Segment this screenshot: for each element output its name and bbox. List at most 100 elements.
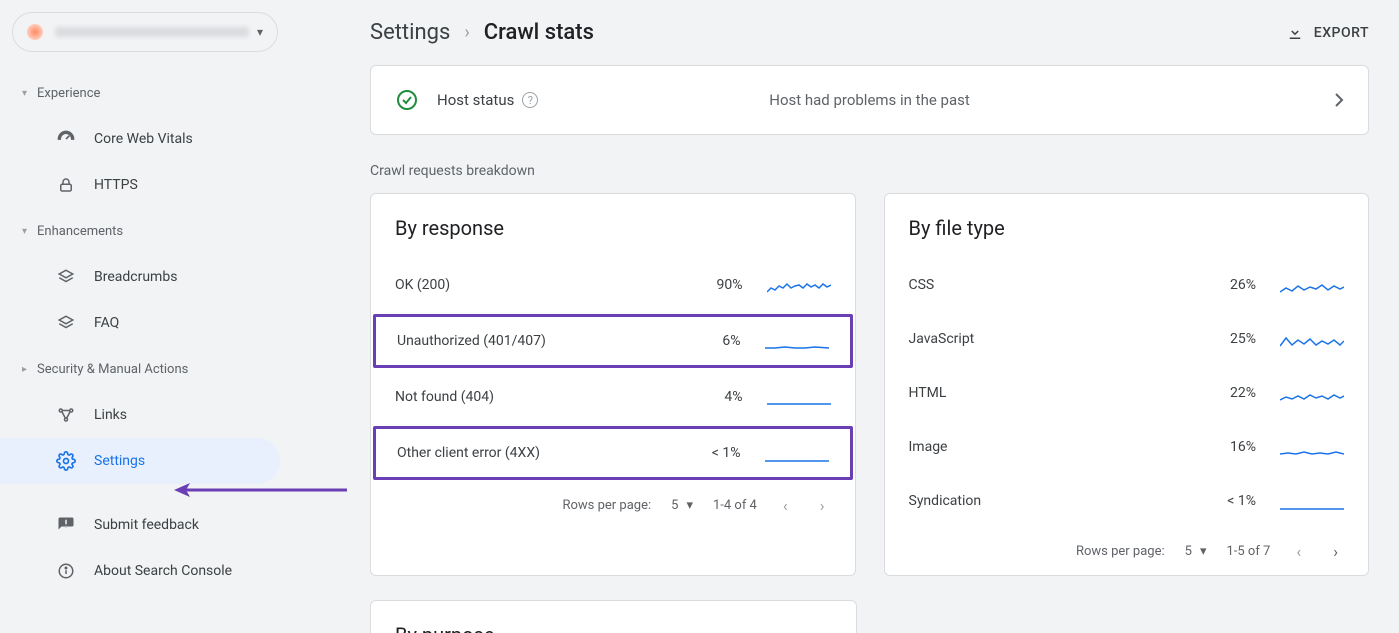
sidebar-item-label: Core Web Vitals [94,131,193,147]
sidebar-item-core-web-vitals[interactable]: Core Web Vitals [0,116,290,162]
rows-per-page-select[interactable]: 5 ▾ [1185,544,1207,559]
rows-per-page-select[interactable]: 5 ▾ [671,498,693,513]
sidebar-item-https[interactable]: HTTPS [0,162,290,208]
page-range: 1-4 of 4 [713,498,757,513]
row-pct: 22% [1196,385,1256,401]
layers-icon [56,267,76,287]
chevron-right-icon [1334,92,1344,108]
rows-per-page-label: Rows per page: [562,498,651,513]
card-by-purpose: By purpose [370,600,857,633]
row-label: HTML [909,385,1197,401]
sparkline-icon [767,274,831,296]
sparkline-icon [1280,490,1344,512]
card-by-response: By response OK (200) 90% Unauthorized (4… [370,193,856,576]
breadcrumb-root[interactable]: Settings [370,20,450,45]
sidebar-item-about[interactable]: About Search Console [0,548,290,594]
property-name-blurred [55,27,249,37]
info-icon [56,561,76,581]
card-title: By response [371,216,855,258]
gear-icon [56,451,76,471]
host-status-title: Host status [437,91,514,109]
response-row-notfound[interactable]: Not found (404) 4% [371,370,855,424]
row-label: Unauthorized (401/407) [397,333,681,349]
rows-per-page-value: 5 [671,498,678,513]
row-pct: 4% [683,389,743,405]
sparkline-icon [765,330,829,352]
property-selector[interactable]: ▾ [12,12,278,52]
layers-icon [56,313,76,333]
page-range: 1-5 of 7 [1226,544,1270,559]
sidebar-item-label: Breadcrumbs [94,269,177,285]
page-next-button[interactable]: › [814,496,831,515]
card-pager: Rows per page: 5 ▾ 1-5 of 7 ‹ › [885,528,1369,575]
response-row-ok[interactable]: OK (200) 90% [371,258,855,312]
chevron-right-icon: › [464,22,469,43]
sidebar-item-breadcrumbs[interactable]: Breadcrumbs [0,254,290,300]
response-row-other-4xx[interactable]: Other client error (4XX) < 1% [373,426,853,480]
sparkline-icon [765,442,829,464]
sidebar-item-submit-feedback[interactable]: Submit feedback [0,502,290,548]
network-icon [56,405,76,425]
sparkline-icon [1280,436,1344,458]
chevron-right-icon: ▸ [22,364,27,375]
sidebar-cat-label: Security & Manual Actions [37,362,188,377]
row-pct: 16% [1196,439,1256,455]
card-pager: Rows per page: 5 ▾ 1-4 of 4 ‹ › [371,482,855,529]
rows-per-page-label: Rows per page: [1076,544,1165,559]
filetype-row-js[interactable]: JavaScript 25% [885,312,1369,366]
row-pct: 90% [683,277,743,293]
chevron-down-icon: ▾ [686,498,693,513]
row-pct: 26% [1196,277,1256,293]
speedometer-icon [56,129,76,149]
sidebar-cat-security[interactable]: ▸ Security & Manual Actions [0,346,290,392]
sparkline-icon [1280,382,1344,404]
section-heading: Crawl requests breakdown [370,163,1369,179]
chevron-down-icon: ▾ [22,226,27,237]
row-label: Syndication [909,493,1197,509]
check-circle-icon [395,88,419,112]
feedback-icon [56,515,76,535]
breakdown-cards-row2: By purpose [370,576,1369,633]
page-prev-button[interactable]: ‹ [1290,542,1307,561]
lock-icon [56,175,76,195]
sidebar-item-label: HTTPS [94,177,138,193]
rows-per-page-value: 5 [1185,544,1192,559]
export-button[interactable]: EXPORT [1286,24,1369,42]
filetype-row-html[interactable]: HTML 22% [885,366,1369,420]
breakdown-cards: By response OK (200) 90% Unauthorized (4… [370,193,1369,576]
row-label: OK (200) [395,277,683,293]
page-prev-button[interactable]: ‹ [777,496,794,515]
card-title: By purpose [371,623,856,633]
sidebar-item-settings[interactable]: Settings [0,438,280,484]
filetype-row-css[interactable]: CSS 26% [885,258,1369,312]
row-pct: 25% [1196,331,1256,347]
sparkline-icon [767,386,831,408]
sidebar-item-label: Submit feedback [94,517,199,533]
host-status-card[interactable]: Host status ? Host had problems in the p… [370,65,1369,135]
sparkline-icon [1280,328,1344,350]
sidebar-item-faq[interactable]: FAQ [0,300,290,346]
sparkline-icon [1280,274,1344,296]
card-by-filetype: By file type CSS 26% JavaScript 25% HTML… [884,193,1370,576]
sidebar-item-label: FAQ [94,315,119,331]
sidebar-cat-enhancements[interactable]: ▾ Enhancements [0,208,290,254]
sidebar-item-label: Settings [94,453,145,469]
sidebar-item-links[interactable]: Links [0,392,290,438]
row-pct: < 1% [681,445,741,461]
header-bar: Settings › Crawl stats EXPORT [370,20,1369,45]
filetype-row-image[interactable]: Image 16% [885,420,1369,474]
sidebar-item-label: About Search Console [94,563,232,579]
page-next-button[interactable]: › [1327,542,1344,561]
sidebar-cat-label: Experience [37,86,100,101]
chevron-down-icon: ▾ [22,88,27,99]
row-label: JavaScript [909,331,1197,347]
breadcrumb: Settings › Crawl stats [370,20,594,45]
row-pct: 6% [681,333,741,349]
host-status-message: Host had problems in the past [769,91,970,109]
row-label: Image [909,439,1197,455]
sidebar-cat-experience[interactable]: ▾ Experience [0,70,290,116]
filetype-row-syndication[interactable]: Syndication < 1% [885,474,1369,528]
row-label: Not found (404) [395,389,683,405]
response-row-unauthorized[interactable]: Unauthorized (401/407) 6% [373,314,853,368]
help-icon[interactable]: ? [522,92,538,108]
